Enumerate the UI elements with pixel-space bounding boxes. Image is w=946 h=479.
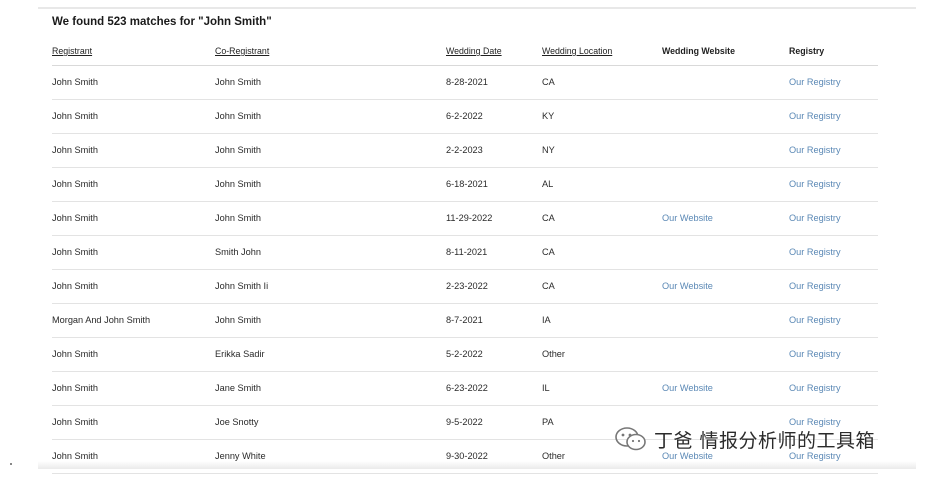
registry-link[interactable]: Our Registry bbox=[789, 270, 841, 303]
table-row: John Smith John Smith 11-29-2022 CA Our Webs… bbox=[52, 202, 878, 236]
table-row: John Smith John Smith 8-28-2021 CA Our Regis… bbox=[52, 66, 878, 100]
wedding-location-cell: IA bbox=[542, 315, 551, 325]
wedding-location-cell: KY bbox=[542, 111, 555, 121]
wedding-website-link[interactable]: Our Website bbox=[662, 202, 713, 235]
wedding-date-cell: 2-2-2023 bbox=[446, 145, 483, 155]
co-registrant-cell: John Smith Ii bbox=[215, 281, 269, 291]
registry-link[interactable]: Our Registry bbox=[789, 372, 841, 405]
column-header-wedding-website: Wedding Website bbox=[662, 46, 735, 56]
registrant-cell: John Smith bbox=[52, 213, 98, 223]
table-body: John Smith John Smith 8-28-2021 CA Our Regis… bbox=[52, 66, 878, 474]
registry-link[interactable]: Our Registry bbox=[789, 236, 841, 269]
results-table: Registrant Co-Registrant Wedding Date We… bbox=[52, 40, 878, 474]
table-row: John Smith Jane Smith 6-23-2022 IL Our Websi… bbox=[52, 372, 878, 406]
co-registrant-cell: John Smith bbox=[215, 145, 261, 155]
table-row: Morgan And John Smith John Smith 8-7-2021 I… bbox=[52, 304, 878, 338]
registrant-cell: John Smith bbox=[52, 383, 98, 393]
column-header-wedding-date[interactable]: Wedding Date bbox=[446, 46, 502, 56]
registry-link[interactable]: Our Registry bbox=[789, 338, 841, 371]
wedding-date-cell: 11-29-2022 bbox=[446, 213, 493, 223]
registry-link[interactable]: Our Registry bbox=[789, 134, 841, 167]
wedding-date-cell: 2-23-2022 bbox=[446, 281, 488, 291]
column-header-co-registrant[interactable]: Co-Registrant bbox=[215, 46, 269, 56]
registry-link[interactable]: Our Registry bbox=[789, 168, 841, 201]
wedding-location-cell: NY bbox=[542, 145, 555, 155]
co-registrant-cell: John Smith bbox=[215, 213, 261, 223]
wedding-website-link[interactable]: Our Website bbox=[662, 270, 713, 303]
co-registrant-cell: Smith John bbox=[215, 247, 261, 257]
co-registrant-cell: Joe Snotty bbox=[215, 417, 259, 427]
registrant-cell: John Smith bbox=[52, 145, 98, 155]
wechat-icon bbox=[615, 427, 646, 451]
wedding-location-cell: CA bbox=[542, 213, 555, 223]
watermark: 丁爸 情报分析师的工具箱 bbox=[614, 424, 875, 454]
table-row: John Smith John Smith 6-18-2021 AL Our Regis… bbox=[52, 168, 878, 202]
wedding-date-cell: 5-2-2022 bbox=[446, 349, 483, 359]
wedding-date-cell: 9-5-2022 bbox=[446, 417, 483, 427]
co-registrant-cell: John Smith bbox=[215, 179, 261, 189]
registry-search-results-page: We found 523 matches for "John Smith" Re… bbox=[0, 0, 946, 479]
wedding-location-cell: CA bbox=[542, 281, 555, 291]
co-registrant-cell: Erikka Sadir bbox=[215, 349, 265, 359]
co-registrant-cell: Jane Smith bbox=[215, 383, 261, 393]
registry-link[interactable]: Our Registry bbox=[789, 202, 841, 235]
registrant-cell: John Smith bbox=[52, 281, 98, 291]
registrant-cell: John Smith bbox=[52, 247, 98, 257]
wedding-date-cell: 6-2-2022 bbox=[446, 111, 483, 121]
watermark-text: 丁爸 情报分析师的工具箱 bbox=[654, 429, 876, 452]
table-header-row: Registrant Co-Registrant Wedding Date We… bbox=[52, 40, 878, 66]
wedding-website-link[interactable]: Our Website bbox=[662, 372, 713, 405]
co-registrant-cell: John Smith bbox=[215, 315, 261, 325]
table-row: John Smith Smith John 8-11-2021 CA Our Regis… bbox=[52, 236, 878, 270]
table-row: John Smith Erikka Sadir 5-2-2022 Other Our R… bbox=[52, 338, 878, 372]
registrant-cell: John Smith bbox=[52, 179, 98, 189]
bottom-divider bbox=[38, 461, 916, 469]
results-heading: We found 523 matches for "John Smith" bbox=[52, 16, 272, 28]
column-header-wedding-location[interactable]: Wedding Location bbox=[542, 46, 612, 56]
registry-link[interactable]: Our Registry bbox=[789, 304, 841, 337]
column-header-registrant[interactable]: Registrant bbox=[52, 46, 92, 56]
stray-dot bbox=[10, 463, 12, 465]
column-header-registry: Registry bbox=[789, 46, 825, 56]
table-row: John Smith John Smith 2-2-2023 NY Our Regist… bbox=[52, 134, 878, 168]
wedding-location-cell: CA bbox=[542, 247, 555, 257]
wedding-date-cell: 8-11-2021 bbox=[446, 247, 488, 257]
registrant-cell: John Smith bbox=[52, 111, 98, 121]
wedding-location-cell: CA bbox=[542, 77, 555, 87]
registrant-cell: Morgan And John Smith bbox=[52, 315, 151, 325]
registry-link[interactable]: Our Registry bbox=[789, 66, 841, 99]
wedding-date-cell: 8-7-2021 bbox=[446, 315, 483, 325]
table-row: John Smith John Smith 6-2-2022 KY Our Regist… bbox=[52, 100, 878, 134]
co-registrant-cell: John Smith bbox=[215, 77, 261, 87]
registrant-cell: John Smith bbox=[52, 77, 98, 87]
wedding-location-cell: Other bbox=[542, 349, 565, 359]
top-divider bbox=[38, 7, 916, 9]
table-row: John Smith John Smith Ii 2-23-2022 CA Our We… bbox=[52, 270, 878, 304]
registrant-cell: John Smith bbox=[52, 417, 98, 427]
wedding-location-cell: IL bbox=[542, 383, 550, 393]
registrant-cell: John Smith bbox=[52, 349, 98, 359]
wedding-date-cell: 6-23-2022 bbox=[446, 383, 488, 393]
co-registrant-cell: John Smith bbox=[215, 111, 261, 121]
wedding-location-cell: AL bbox=[542, 179, 554, 189]
wedding-date-cell: 6-18-2021 bbox=[446, 179, 488, 189]
wedding-date-cell: 8-28-2021 bbox=[446, 77, 488, 87]
registry-link[interactable]: Our Registry bbox=[789, 100, 841, 133]
wedding-location-cell: PA bbox=[542, 417, 554, 427]
